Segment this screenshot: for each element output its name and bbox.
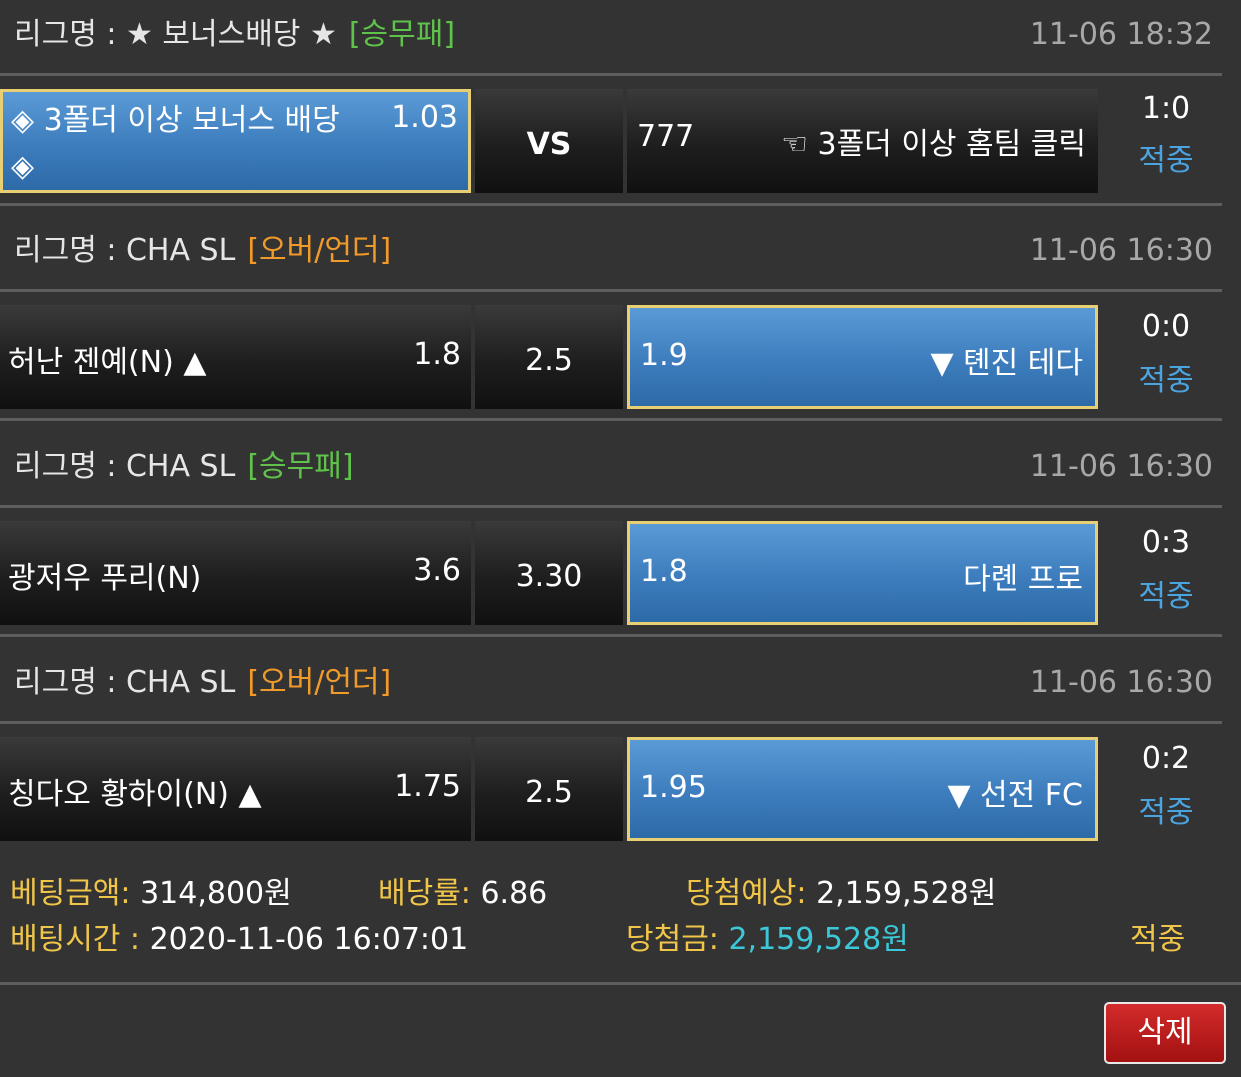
home-pick-button[interactable]: 허난 젠예(N) ▲ 1.8 [0,305,471,409]
status-badge: 적중 [1138,363,1194,398]
bet-amount: 베팅금액: 314,800원 [10,868,292,912]
status-badge: 적중 [1138,795,1194,830]
away-team-name: ☜ 3폴더 이상 홈팀 클릭 [781,127,1086,162]
game-time: 11-06 18:32 [1029,17,1213,52]
divider [0,418,1222,421]
vs-label: VS [475,89,623,193]
away-team-name: ▼ 톈진 테다 [930,346,1083,381]
game-row: 허난 젠예(N) ▲ 1.8 2.5 1.9 ▼ 톈진 테다 0:0 적중 [0,305,1241,409]
status-badge: 적중 [1138,579,1194,614]
away-odd: 1.8 [640,554,688,589]
score: 0:0 [1141,309,1191,344]
bet-type-label: [오버/언더] [247,233,392,268]
win-amount: 당첨금: 2,159,528원 [626,914,909,958]
score: 0:3 [1141,525,1191,560]
odds-label: 배당률: [378,876,471,911]
league-name: 리그명 : ★ 보너스배당 ★ [14,17,337,52]
game-time: 11-06 16:30 [1029,665,1213,700]
away-odd: 1.9 [640,338,688,373]
bet-time-label: 배팅시간 : [10,922,141,957]
league-header: 리그명 : CHA SL [오버/언더] 11-06 16:30 [0,216,1241,286]
home-team-name: 허난 젠예(N) ▲ [8,345,207,380]
away-pick-button[interactable]: 1.9 ▼ 톈진 테다 [627,305,1098,409]
odds-total: 배당률: 6.86 [378,868,547,912]
home-team-name: 광저우 푸리(N) [8,561,202,596]
handicap-value: 2.5 [475,737,623,841]
bet-amount-value: 314,800원 [140,876,292,911]
game-row: 광저우 푸리(N) 3.6 3.30 1.8 다롄 프로 0:3 적중 [0,521,1241,625]
bet-time-value: 2020-11-06 16:07:01 [149,922,469,957]
away-team-name: ▼ 선전 FC [947,778,1083,813]
win-label: 당첨금: [626,922,719,957]
odds-value: 6.86 [480,876,548,911]
home-odd: 1.03 [391,100,458,135]
result-badge: 적중 [1130,922,1186,957]
home-pick-button[interactable]: 광저우 푸리(N) 3.6 [0,521,471,625]
game-row: ◈ 3폴더 이상 보너스 배당 ◈ 1.03 VS 777 ☜ 3폴더 이상 홈… [0,89,1241,193]
away-team-name: 다롄 프로 [963,562,1083,597]
home-odd: 1.75 [394,769,461,804]
divider [0,634,1222,637]
bet-summary: 베팅금액: 314,800원 배당률: 6.86 당첨예상: 2,159,528… [0,860,1241,980]
divider [0,203,1222,206]
divider [0,505,1222,508]
delete-button[interactable]: 삭제 [1104,1002,1226,1064]
expected-value: 2,159,528원 [816,876,997,911]
league-header: 리그명 : CHA SL [오버/언더] 11-06 16:30 [0,648,1241,718]
score: 0:2 [1141,741,1191,776]
league-header: 리그명 : CHA SL [승무패] 11-06 16:30 [0,432,1241,502]
home-team-name: 칭다오 황하이(N) ▲ [8,777,262,812]
win-value: 2,159,528원 [728,922,909,957]
away-pick-button[interactable]: 1.95 ▼ 선전 FC [627,737,1098,841]
home-pick-button[interactable]: ◈ 3폴더 이상 보너스 배당 ◈ 1.03 [0,89,471,193]
away-pick-button[interactable]: 777 ☜ 3폴더 이상 홈팀 클릭 [627,89,1098,193]
bet-type-label: [승무패] [348,17,456,52]
league-name: 리그명 : CHA SL [14,665,236,700]
home-odd: 1.8 [413,337,461,372]
game-time: 11-06 16:30 [1029,233,1213,268]
home-team-name: ◈ 3폴더 이상 보너스 배당 ◈ [11,103,340,184]
home-odd: 3.6 [413,553,461,588]
bet-time: 배팅시간 : 2020-11-06 16:07:01 [10,914,468,958]
league-name: 리그명 : CHA SL [14,449,236,484]
bet-type-label: [오버/언더] [247,665,392,700]
divider [0,982,1241,985]
status-badge: 적중 [1138,143,1194,178]
bet-amount-label: 베팅금액: [10,876,131,911]
expected-label: 당첨예상: [686,876,807,911]
away-pick-button[interactable]: 1.8 다롄 프로 [627,521,1098,625]
game-time: 11-06 16:30 [1029,449,1213,484]
game-row: 칭다오 황하이(N) ▲ 1.75 2.5 1.95 ▼ 선전 FC 0:2 적… [0,737,1241,841]
divider [0,73,1222,76]
home-pick-button[interactable]: 칭다오 황하이(N) ▲ 1.75 [0,737,471,841]
divider [0,289,1222,292]
bet-type-label: [승무패] [247,449,354,484]
expected-win: 당첨예상: 2,159,528원 [686,868,996,912]
handicap-value: 2.5 [475,305,623,409]
score: 1:0 [1141,91,1191,126]
away-odd: 777 [637,119,695,154]
league-header: 리그명 : ★ 보너스배당 ★ [승무패] 11-06 18:32 [0,0,1241,70]
league-name: 리그명 : CHA SL [14,233,236,268]
draw-odd[interactable]: 3.30 [475,521,623,625]
divider [0,721,1222,724]
away-odd: 1.95 [640,770,707,805]
